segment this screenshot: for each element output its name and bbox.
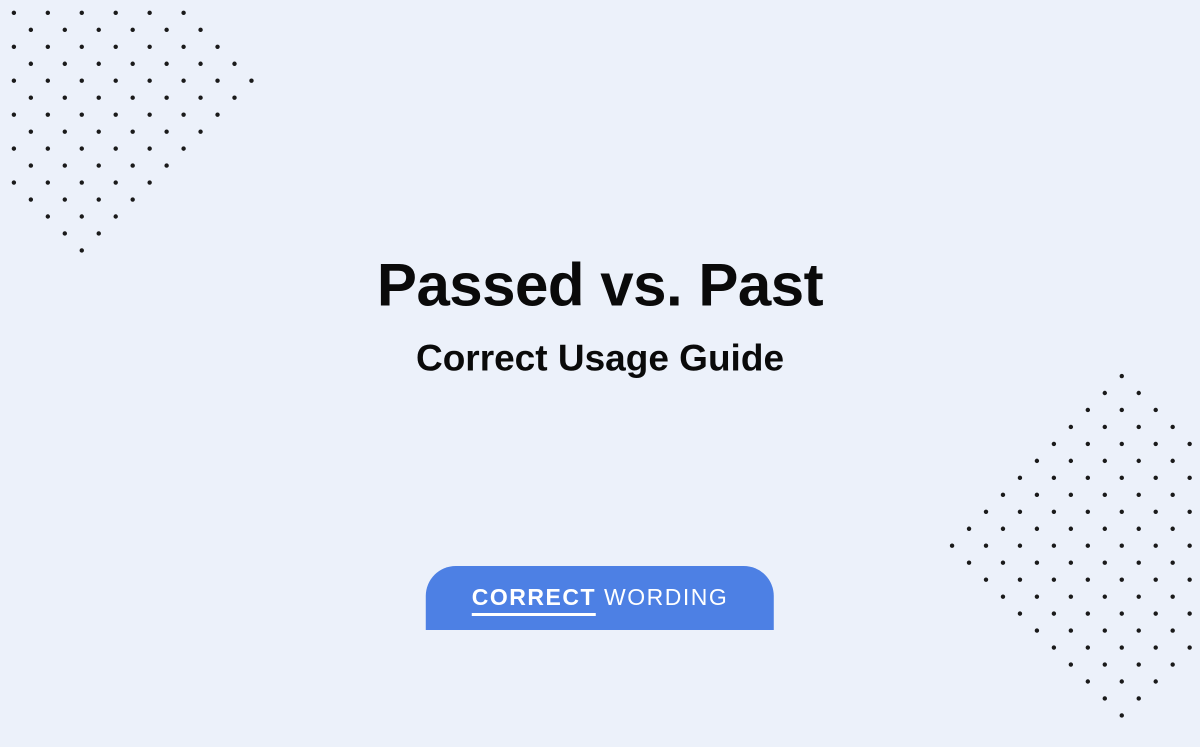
- decorative-dots-bottom-right: [920, 348, 1200, 747]
- main-content: Passed vs. Past Correct Usage Guide: [0, 251, 1200, 380]
- decorative-dots-top-left: [0, 0, 280, 282]
- page-subtitle: Correct Usage Guide: [0, 338, 1200, 380]
- brand-word-correct: CORRECT: [472, 584, 596, 616]
- brand-word-wording: WORDING: [604, 584, 728, 611]
- page-title: Passed vs. Past: [0, 251, 1200, 320]
- brand-badge: CORRECT WORDING: [426, 566, 774, 630]
